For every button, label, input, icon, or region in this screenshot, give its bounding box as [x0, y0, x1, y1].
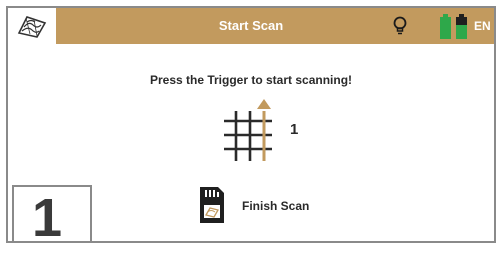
page-title: Start Scan	[218, 18, 284, 33]
device-screen: Start Scan EN Press the Trigger to start…	[6, 6, 496, 243]
scan-instruction: Press the Trigger to start scanning!	[149, 73, 353, 87]
scan-line-count: 1	[290, 121, 299, 138]
sd-card-icon	[200, 187, 224, 223]
finish-scan-button[interactable]: Finish Scan	[196, 185, 336, 225]
terrain-map-icon	[17, 16, 47, 38]
language-indicator[interactable]: EN	[474, 8, 491, 44]
header-bar: Start Scan EN	[8, 8, 494, 44]
finish-scan-label: Finish Scan	[242, 199, 310, 213]
light-bulb-icon[interactable]	[392, 15, 408, 37]
menu-button[interactable]	[8, 8, 58, 44]
step-number-badge: 1	[12, 185, 92, 241]
scan-grid-arrow-icon	[224, 99, 272, 161]
battery-icon	[440, 14, 467, 39]
